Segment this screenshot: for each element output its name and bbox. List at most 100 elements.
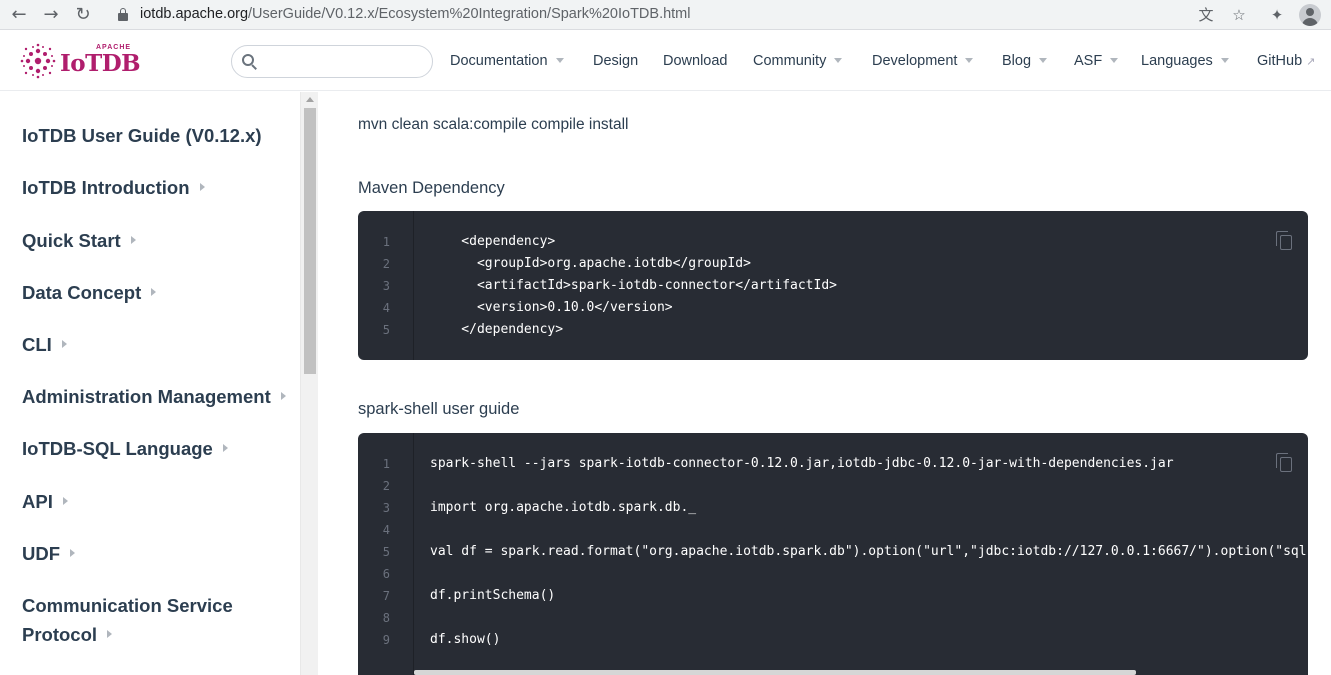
chevron-right-icon — [61, 340, 67, 349]
nav-download-label: Download — [663, 53, 728, 69]
sidebar-item-user-guide[interactable]: IoTDB User Guide (V0.12.x) — [22, 121, 262, 150]
scroll-up-arrow-icon[interactable] — [306, 97, 314, 102]
nav-asf-label: ASF — [1074, 53, 1103, 69]
address-bar[interactable]: iotdb.apache.org/UserGuide/V0.12.x/Ecosy… — [110, 3, 1210, 27]
sidebar-item-label: IoTDB-SQL Language — [22, 438, 213, 459]
scrollbar-thumb[interactable] — [304, 108, 316, 374]
chevron-down-icon — [1220, 57, 1229, 63]
line-number: 4 — [382, 301, 390, 315]
sidebar-item-cli[interactable]: CLI — [22, 330, 67, 359]
sidebar: IoTDB User Guide (V0.12.x) IoTDB Introdu… — [0, 92, 300, 675]
sidebar-item-api[interactable]: API — [22, 487, 68, 516]
nav-languages-label: Languages — [1141, 53, 1213, 69]
sidebar-item-label: Communication Service — [22, 595, 233, 616]
code-block-maven[interactable]: 1 2 3 4 5 <dependency> <groupId>org.apache.i… — [358, 211, 1308, 360]
code-line: spark-shell --jars spark-iotdb-connector… — [430, 456, 1174, 471]
chevron-right-icon — [107, 630, 113, 639]
search-box[interactable] — [231, 45, 433, 78]
code-line: df.show() — [430, 632, 501, 647]
section-title-spark-shell: spark-shell user guide — [358, 400, 520, 418]
sidebar-item-label: IoTDB Introduction — [22, 177, 190, 198]
forward-arrow-icon[interactable]: → — [40, 4, 62, 26]
url-text[interactable]: iotdb.apache.org/UserGuide/V0.12.x/Ecosy… — [140, 6, 691, 22]
chevron-right-icon — [222, 444, 228, 453]
chevron-down-icon — [1110, 57, 1119, 63]
sidebar-item-label: IoTDB User Guide (V0.12.x) — [22, 125, 262, 146]
sidebar-item-sql-language[interactable]: IoTDB-SQL Language — [22, 434, 228, 463]
extensions-icon[interactable]: ✦ — [1266, 4, 1288, 26]
nav-development[interactable]: Development — [872, 53, 974, 69]
line-number-gutter: 1 2 3 4 5 — [358, 211, 414, 360]
code-line: df.printSchema() — [430, 588, 556, 603]
star-icon[interactable]: ☆ — [1228, 4, 1250, 26]
chevron-down-icon — [1039, 57, 1048, 63]
nav-documentation-label: Documentation — [450, 53, 548, 69]
sidebar-item-communication-protocol[interactable]: Communication Service Protocol — [22, 591, 233, 649]
chevron-down-icon — [965, 57, 974, 63]
chevron-right-icon — [280, 392, 286, 401]
line-number-gutter: 1 2 3 4 5 6 7 8 9 — [358, 433, 414, 675]
sidebar-scrollbar[interactable] — [300, 92, 318, 675]
sidebar-item-udf[interactable]: UDF — [22, 539, 76, 568]
sidebar-item-label: API — [22, 491, 53, 512]
code-line: val df = spark.read.format("org.apache.i… — [430, 544, 1308, 559]
section-title-maven: Maven Dependency — [358, 179, 505, 197]
line-number: 2 — [382, 257, 390, 271]
back-arrow-icon[interactable]: ← — [8, 4, 30, 26]
code-block-spark-shell[interactable]: 1 2 3 4 5 6 7 8 9 spark-shell --jars spark-iotdb… — [358, 433, 1308, 675]
logo-wordmark: IoTDB — [60, 50, 141, 77]
line-number: 3 — [382, 501, 390, 515]
nav-design[interactable]: Design — [593, 53, 638, 69]
nav-languages[interactable]: Languages — [1141, 53, 1229, 69]
line-number: 4 — [382, 523, 390, 537]
sidebar-item-label: Quick Start — [22, 230, 121, 251]
code-horizontal-scrollbar[interactable] — [414, 670, 1136, 675]
external-link-icon: ↗ — [1306, 55, 1316, 68]
code-line: <groupId>org.apache.iotdb</groupId> — [430, 256, 751, 271]
code-line: import org.apache.iotdb.spark.db._ — [430, 500, 697, 515]
code-line: <artifactId>spark-iotdb-connector</artif… — [430, 278, 837, 293]
chevron-right-icon — [151, 288, 157, 297]
sidebar-item-label: Administration Management — [22, 386, 271, 407]
sidebar-item-data-concept[interactable]: Data Concept — [22, 278, 157, 307]
line-number: 9 — [382, 633, 390, 647]
nav-github-label: GitHub — [1257, 53, 1303, 69]
line-number: 1 — [382, 235, 390, 249]
sidebar-item-label: Data Concept — [22, 282, 142, 303]
search-icon — [242, 54, 258, 70]
nav-asf[interactable]: ASF — [1074, 53, 1119, 69]
browser-toolbar: ← → ↻ iotdb.apache.org/UserGuide/V0.12.x… — [0, 0, 1331, 30]
sidebar-item-administration[interactable]: Administration Management — [22, 382, 286, 411]
sidebar-item-label: UDF — [22, 543, 61, 564]
translate-icon[interactable]: 文 — [1195, 4, 1217, 26]
line-number: 1 — [382, 457, 390, 471]
sidebar-item-label-continued: Protocol — [22, 620, 233, 649]
build-command: mvn clean scala:compile compile install — [358, 116, 629, 133]
nav-community[interactable]: Community — [753, 53, 843, 69]
nav-documentation[interactable]: Documentation — [450, 53, 564, 69]
nav-github[interactable]: GitHub ↗ — [1257, 53, 1315, 69]
line-number: 7 — [382, 589, 390, 603]
sidebar-item-quick-start[interactable]: Quick Start — [22, 226, 136, 255]
iotdb-logo[interactable]: APACHE IoTDB — [20, 43, 141, 79]
reload-icon[interactable]: ↻ — [72, 4, 94, 26]
chevron-down-icon — [555, 57, 564, 63]
chevron-right-icon — [130, 236, 136, 245]
nav-design-label: Design — [593, 53, 639, 69]
copy-icon[interactable] — [1276, 231, 1294, 251]
nav-blog[interactable]: Blog — [1002, 53, 1048, 69]
line-number: 3 — [382, 279, 390, 293]
code-line: </dependency> — [430, 322, 564, 337]
url-host: iotdb.apache.org — [140, 6, 249, 22]
copy-icon[interactable] — [1276, 453, 1294, 473]
chevron-right-icon — [70, 549, 76, 558]
profile-avatar-icon[interactable] — [1299, 4, 1321, 26]
line-number: 5 — [382, 323, 390, 337]
line-number: 8 — [382, 611, 390, 625]
code-line: <dependency> — [430, 234, 556, 249]
nav-development-label: Development — [872, 53, 958, 69]
nav-download[interactable]: Download — [663, 53, 728, 69]
search-input[interactable] — [266, 52, 426, 72]
sidebar-item-introduction[interactable]: IoTDB Introduction — [22, 173, 205, 202]
chevron-right-icon — [62, 497, 68, 506]
